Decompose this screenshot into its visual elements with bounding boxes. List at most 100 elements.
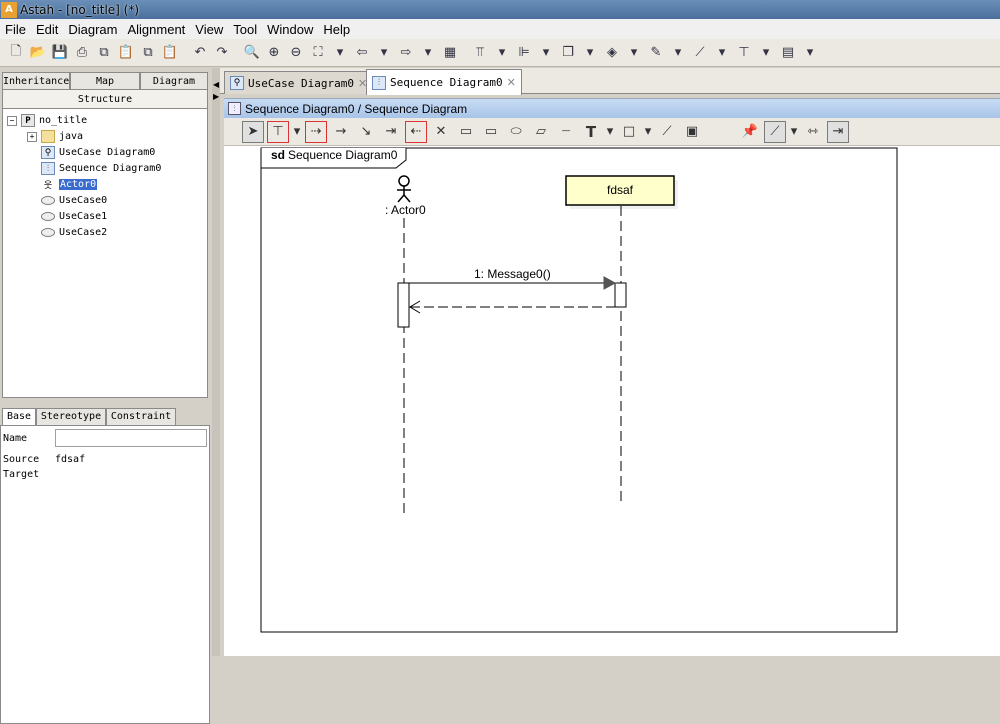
dropdown-arrow-icon[interactable]: ▾ <box>668 43 688 63</box>
dropdown-arrow-icon[interactable]: ▾ <box>374 43 394 63</box>
new-file-icon[interactable]: 🗋 <box>6 43 26 63</box>
tree-item-java[interactable]: + java <box>27 129 83 144</box>
dropdown-arrow-icon[interactable]: ▾ <box>292 121 302 143</box>
tab-stereotype[interactable]: Stereotype <box>36 408 106 425</box>
interaction-use-tool-icon[interactable]: ▭ <box>480 121 502 143</box>
note-tool-icon[interactable]: ▱ <box>530 121 552 143</box>
print-icon[interactable]: ⎙ <box>72 43 92 63</box>
return-message-tool-icon[interactable]: ⇠ <box>405 120 427 143</box>
grid-icon[interactable]: ▦ <box>440 43 460 63</box>
paste-diagram-icon[interactable]: 📋 <box>160 43 180 63</box>
fit-window-icon[interactable]: ⛶ <box>308 43 328 63</box>
actor-icon: 웃 <box>43 181 53 191</box>
object-activation-bar[interactable] <box>614 282 627 308</box>
line-route-icon[interactable]: ⟋ <box>764 120 786 143</box>
menu-window[interactable]: Window <box>262 22 318 37</box>
actor-activation-bar[interactable] <box>397 282 410 328</box>
dropdown-arrow-icon[interactable]: ▾ <box>418 43 438 63</box>
close-icon[interactable]: ✕ <box>507 76 516 89</box>
dropdown-arrow-icon[interactable]: ▾ <box>330 43 350 63</box>
dropdown-arrow-icon[interactable]: ▾ <box>580 43 600 63</box>
paste-icon[interactable]: 📋 <box>116 43 136 63</box>
menu-help[interactable]: Help <box>318 22 355 37</box>
tree-item-usecase0[interactable]: UseCase0 <box>41 193 107 208</box>
combined-fragment-tool-icon[interactable]: ▭ <box>455 121 477 143</box>
tree-item-usecase1[interactable]: UseCase1 <box>41 209 107 224</box>
copy-icon[interactable]: ⧉ <box>94 43 114 63</box>
rectangle-tool-icon[interactable]: □ <box>618 121 640 143</box>
back-arrow-icon[interactable]: ⇦ <box>352 43 372 63</box>
dropdown-arrow-icon[interactable]: ▾ <box>605 121 615 143</box>
align-left-icon[interactable]: ⊫ <box>514 43 534 63</box>
fit-width-icon[interactable]: ⇿ <box>802 121 824 143</box>
tab-diagram[interactable]: Diagram <box>140 72 208 90</box>
ellipse-tool-icon[interactable]: ⬭ <box>505 121 527 143</box>
select-pointer-icon[interactable]: ➤ <box>242 120 264 143</box>
tab-constraint[interactable]: Constraint <box>106 408 176 425</box>
text-tool-icon[interactable]: T <box>580 121 602 143</box>
sync-message-tool-icon[interactable]: ⇢ <box>305 120 327 143</box>
arrange-icon[interactable]: ❐ <box>558 43 578 63</box>
dropdown-arrow-icon[interactable]: ▾ <box>492 43 512 63</box>
astah-logo-icon: A <box>1 1 17 18</box>
menu-edit[interactable]: Edit <box>31 22 63 37</box>
tree-item-usecase-diagram[interactable]: ⚲ UseCase Diagram0 <box>41 145 155 160</box>
note-anchor-tool-icon[interactable]: ┈ <box>555 121 577 143</box>
menu-view[interactable]: View <box>190 22 228 37</box>
pin-icon[interactable]: 📌 <box>739 121 761 143</box>
menu-tool[interactable]: Tool <box>228 22 262 37</box>
sd-frame[interactable] <box>260 147 898 633</box>
dropdown-arrow-icon[interactable]: ▾ <box>712 43 732 63</box>
name-field[interactable] <box>55 429 207 447</box>
zoom-in-icon[interactable]: ⊕ <box>264 43 284 63</box>
create-message-tool-icon[interactable]: ↘ <box>355 121 377 143</box>
layout-icon[interactable]: ▤ <box>778 43 798 63</box>
line-style-icon[interactable]: ⟋ <box>690 43 710 63</box>
async-message-tool-icon[interactable]: → <box>330 121 352 143</box>
dropdown-arrow-icon[interactable]: ▾ <box>536 43 556 63</box>
expand-icon[interactable]: + <box>27 131 37 142</box>
zoom-out-icon[interactable]: ⊖ <box>286 43 306 63</box>
fill-color-icon[interactable]: ◈ <box>602 43 622 63</box>
tab-sequence-diagram[interactable]: ⫶ Sequence Diagram0 ✕ <box>366 69 522 95</box>
tab-base[interactable]: Base <box>2 408 36 426</box>
tab-usecase-diagram[interactable]: ⚲ UseCase Diagram0 ✕ <box>224 71 374 94</box>
tree-layout-icon[interactable]: ⊤ <box>734 43 754 63</box>
dropdown-arrow-icon[interactable]: ▾ <box>789 121 799 143</box>
redo-icon[interactable]: ↷ <box>212 43 232 63</box>
collapse-icon[interactable]: − <box>7 115 17 126</box>
dropdown-arrow-icon[interactable]: ▾ <box>756 43 776 63</box>
dropdown-arrow-icon[interactable]: ▾ <box>624 43 644 63</box>
sequence-diagram-svg[interactable]: sd Sequence Diagram0 : Actor0 fdsaf 1: M… <box>224 146 1000 656</box>
copy-diagram-icon[interactable]: ⧉ <box>138 43 158 63</box>
save-icon[interactable]: 💾 <box>50 43 70 63</box>
tab-inheritance[interactable]: Inheritance <box>2 72 70 90</box>
collapse-left-icon[interactable]: ◀ <box>213 80 219 89</box>
destroy-message-tool-icon[interactable]: ⇥ <box>380 121 402 143</box>
zoom-icon[interactable]: 🔍 <box>242 43 262 63</box>
align-icon[interactable]: ⇥ <box>827 120 849 143</box>
line-color-icon[interactable]: ✎ <box>646 43 666 63</box>
align-top-icon[interactable]: ⫪ <box>470 43 490 63</box>
open-folder-icon[interactable]: 📂 <box>28 43 48 63</box>
menu-file[interactable]: File <box>0 22 31 37</box>
tree-item-usecase2[interactable]: UseCase2 <box>41 225 107 240</box>
tab-structure[interactable]: Structure <box>2 89 208 109</box>
dropdown-arrow-icon[interactable]: ▾ <box>800 43 820 63</box>
panel-splitter[interactable]: ◀ ▶ <box>212 68 220 656</box>
tree-item-root[interactable]: − P no_title <box>7 113 87 128</box>
forward-arrow-icon[interactable]: ⇨ <box>396 43 416 63</box>
tree-item-actor[interactable]: 웃 Actor0 <box>41 177 98 192</box>
image-tool-icon[interactable]: ▣ <box>681 121 703 143</box>
menu-alignment[interactable]: Alignment <box>122 22 190 37</box>
tree-item-sequence-diagram[interactable]: ⫶ Sequence Diagram0 <box>41 161 161 176</box>
dropdown-arrow-icon[interactable]: ▾ <box>643 121 653 143</box>
undo-icon[interactable]: ↶ <box>190 43 210 63</box>
menu-diagram[interactable]: Diagram <box>63 22 122 37</box>
line-tool-icon[interactable]: ⟋ <box>656 121 678 143</box>
tab-map[interactable]: Map <box>70 72 140 90</box>
stop-tool-icon[interactable]: ✕ <box>430 121 452 143</box>
expand-right-icon[interactable]: ▶ <box>213 92 219 101</box>
diagram-canvas[interactable]: sd Sequence Diagram0 : Actor0 fdsaf 1: M… <box>224 146 1000 656</box>
lifeline-tool-icon[interactable]: ⊤ <box>267 120 289 143</box>
